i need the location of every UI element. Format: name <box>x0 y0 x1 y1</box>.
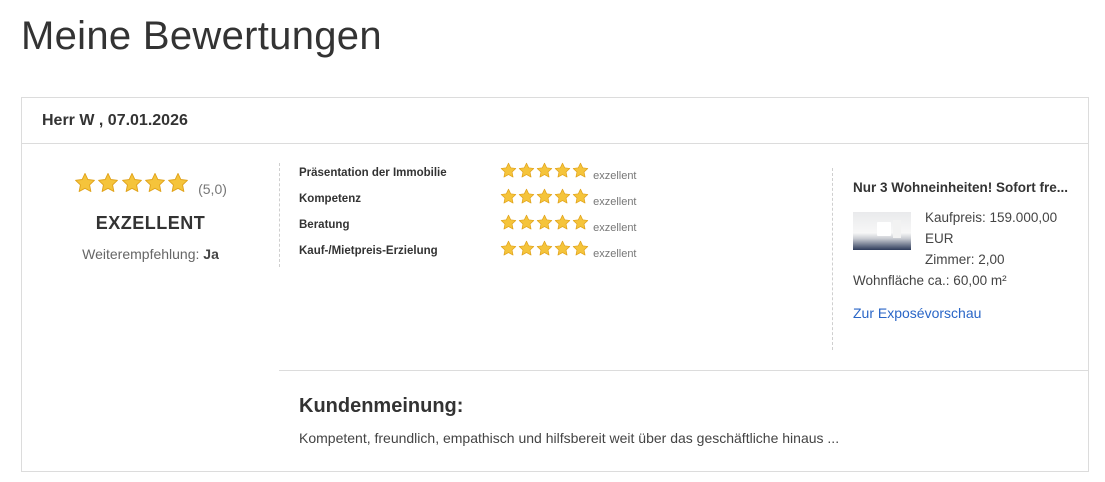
criteria-word: exzellent <box>593 170 637 182</box>
star-icon <box>554 188 571 204</box>
star-icon <box>536 162 553 178</box>
star-icon <box>98 173 119 192</box>
star-icon <box>500 162 517 178</box>
expose-preview-link[interactable]: Zur Exposévorschau <box>853 305 1082 321</box>
criteria-word: exzellent <box>593 222 637 234</box>
star-icon <box>500 240 517 256</box>
star-icon <box>554 240 571 256</box>
star-icon <box>145 173 165 192</box>
criteria-stars <box>500 162 590 179</box>
comment-title: Kundenmeinung: <box>299 395 464 417</box>
comment-text: Kompetent, freundlich, empathisch und hi… <box>299 430 840 446</box>
star-icon <box>75 173 95 192</box>
criteria-label: Kompetenz <box>299 193 361 205</box>
criteria-row: Kauf-/Mietpreis-Erzielung exzellent <box>280 240 637 267</box>
star-icon <box>518 240 535 256</box>
star-icon <box>554 162 571 178</box>
criteria-label: Kauf-/Mietpreis-Erzielung <box>299 245 438 257</box>
overall-score: (5,0) <box>198 181 227 197</box>
review-header: Herr W , 07.01.2026 <box>22 98 1088 144</box>
criteria-stars <box>500 214 590 231</box>
listing-rooms: Zimmer: 2,00 <box>925 252 1005 267</box>
listing-thumbnail[interactable] <box>853 212 911 250</box>
listing-price: Kaufpreis: 159.000,00 EUR <box>925 210 1058 246</box>
criteria-stars <box>500 188 590 205</box>
overall-rating: (5,0) EXZELLENT Weiterempfehlung: Ja <box>22 144 279 262</box>
star-icon <box>518 188 535 204</box>
page-title: Meine Bewertungen <box>21 14 382 58</box>
criteria-row: Kompetenz exzellent <box>280 188 637 215</box>
recommendation-value: Ja <box>203 246 219 262</box>
star-icon <box>536 240 553 256</box>
recommendation: Weiterempfehlung: Ja <box>22 246 279 262</box>
star-icon <box>168 173 189 192</box>
criteria-stars <box>500 240 590 257</box>
star-icon <box>572 162 589 178</box>
star-icon <box>554 214 571 230</box>
star-icon <box>500 188 517 204</box>
listing-details: Kaufpreis: 159.000,00 EUR Zimmer: 2,00 W… <box>853 207 1082 291</box>
criteria-row: Präsentation der Immobilie exzellent <box>280 162 637 189</box>
star-icon <box>121 173 142 192</box>
star-icon <box>572 214 589 230</box>
star-icon <box>500 214 517 230</box>
section-divider <box>279 370 1089 371</box>
star-icon <box>518 162 535 178</box>
recommendation-label: Weiterempfehlung: <box>82 246 200 262</box>
review-card: Herr W , 07.01.2026 (5,0) EXZELLENT Weit… <box>21 97 1089 472</box>
overall-verdict: EXZELLENT <box>95 213 206 233</box>
star-icon <box>536 188 553 204</box>
star-icon <box>518 214 535 230</box>
criteria-list: Präsentation der Immobilie exzellent Kom… <box>279 162 637 267</box>
criteria-label: Präsentation der Immobilie <box>299 167 447 179</box>
star-icon <box>572 188 589 204</box>
overall-stars <box>74 172 191 194</box>
listing-title[interactable]: Nur 3 Wohneinheiten! Sofort fre... <box>853 180 1073 195</box>
listing-area: Wohnfläche ca.: 60,00 m² <box>853 273 1007 288</box>
star-icon <box>536 214 553 230</box>
criteria-word: exzellent <box>593 248 637 260</box>
listing-summary: Nur 3 Wohneinheiten! Sofort fre... Kaufp… <box>832 168 1082 350</box>
criteria-word: exzellent <box>593 196 637 208</box>
criteria-label: Beratung <box>299 219 350 231</box>
star-icon <box>572 240 589 256</box>
criteria-row: Beratung exzellent <box>280 214 637 241</box>
